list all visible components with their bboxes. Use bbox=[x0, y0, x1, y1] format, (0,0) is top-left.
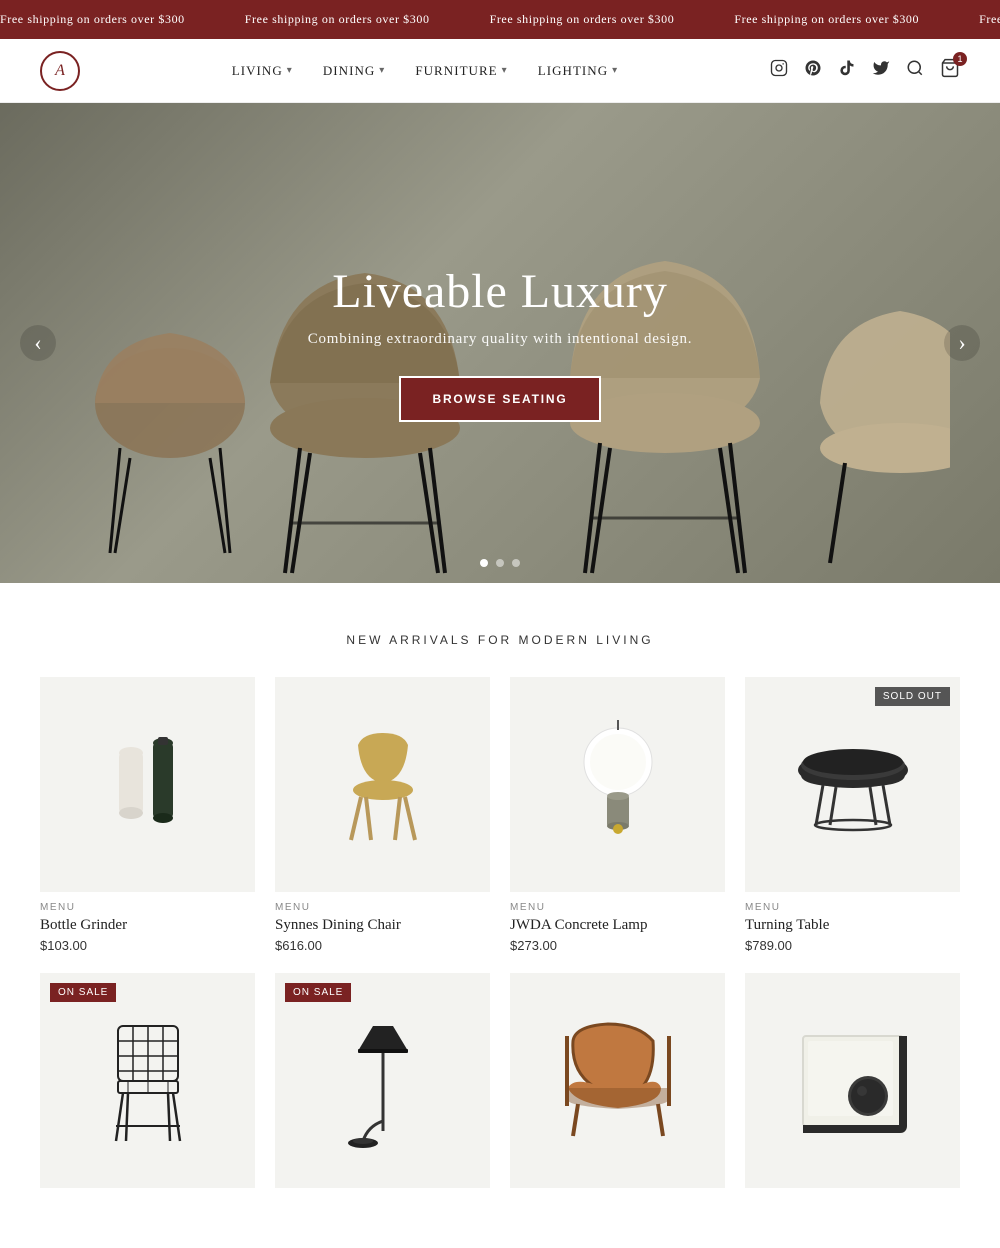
product-card-synnes-chair[interactable]: MENU Synnes Dining Chair $616.00 bbox=[275, 677, 490, 953]
products-grid-row2: ON SALE bbox=[40, 973, 960, 1188]
product-name-2: JWDA Concrete Lamp bbox=[510, 917, 725, 934]
product-brand-3: MENU bbox=[745, 902, 960, 913]
product-card-jwda-lamp[interactable]: MENU JWDA Concrete Lamp $273.00 bbox=[510, 677, 725, 953]
cart-badge: 1 bbox=[953, 52, 967, 66]
tiktok-icon[interactable] bbox=[838, 59, 856, 82]
chevron-down-icon: ▾ bbox=[502, 65, 508, 76]
product-name-1: Synnes Dining Chair bbox=[275, 917, 490, 934]
new-arrivals-section: NEW ARRIVALS FOR MODERN LIVING MEN bbox=[0, 583, 1000, 1238]
hero-text-overlay: Liveable Luxury Combining extraordinary … bbox=[0, 103, 1000, 583]
twitter-icon[interactable] bbox=[872, 59, 890, 82]
product-card-wire-chair[interactable]: ON SALE bbox=[40, 973, 255, 1188]
product-brand-1: MENU bbox=[275, 902, 490, 913]
product-image-bottle-grinder bbox=[40, 677, 255, 892]
slider-next-button[interactable]: › bbox=[944, 325, 980, 361]
products-grid-row1: MENU Bottle Grinder $103.00 MENU bbox=[40, 677, 960, 953]
pinterest-icon[interactable] bbox=[804, 59, 822, 82]
product-card-turning-table[interactable]: SOLD OUT MENU Turnin bbox=[745, 677, 960, 953]
hero-section: Liveable Luxury Combining extraordinary … bbox=[0, 103, 1000, 583]
product-image-jwda-lamp bbox=[510, 677, 725, 892]
announcement-bar-content: Free shipping on orders over $300 Free s… bbox=[0, 12, 1000, 27]
header: A LIVING ▾ DINING ▾ FURNITURE ▾ bbox=[0, 39, 1000, 103]
product-price-2: $273.00 bbox=[510, 938, 725, 953]
section-title: NEW ARRIVALS FOR MODERN LIVING bbox=[40, 633, 960, 647]
slider-dot-3[interactable] bbox=[512, 559, 520, 567]
main-nav: LIVING ▾ DINING ▾ FURNITURE ▾ LIGHTING bbox=[232, 63, 618, 79]
wire-chair-icon bbox=[98, 1016, 198, 1146]
product-name-0: Bottle Grinder bbox=[40, 917, 255, 934]
on-sale-badge-wire-chair: ON SALE bbox=[50, 983, 116, 1002]
product-image-floor-lamp: ON SALE bbox=[275, 973, 490, 1188]
announcement-item-4: Free shipping on orders over $300 bbox=[734, 12, 919, 27]
slider-prev-button[interactable]: ‹ bbox=[20, 325, 56, 361]
product-image-synnes-chair bbox=[275, 677, 490, 892]
floor-lamp-icon bbox=[343, 1011, 423, 1151]
product-card-floor-lamp[interactable]: ON SALE bbox=[275, 973, 490, 1188]
product-image-turning-table: SOLD OUT bbox=[745, 677, 960, 892]
bottle-grinder-icon bbox=[93, 725, 203, 845]
announcement-bar: Free shipping on orders over $300 Free s… bbox=[0, 0, 1000, 39]
chevron-down-icon: ▾ bbox=[287, 65, 293, 76]
nav-item-lighting[interactable]: LIGHTING ▾ bbox=[538, 63, 618, 79]
lounge-chair-icon bbox=[553, 1016, 683, 1146]
instagram-icon[interactable] bbox=[770, 59, 788, 82]
nav-item-living[interactable]: LIVING ▾ bbox=[232, 63, 293, 79]
cart-icon[interactable]: 1 bbox=[940, 58, 960, 83]
slider-dots bbox=[480, 559, 520, 567]
search-icon[interactable] bbox=[906, 59, 924, 82]
nav-item-furniture[interactable]: FURNITURE ▾ bbox=[415, 63, 507, 79]
announcement-item-1: Free shipping on orders over $300 bbox=[0, 12, 185, 27]
announcement-item-5: Free shipping bbox=[979, 12, 1000, 27]
product-image-wire-chair: ON SALE bbox=[40, 973, 255, 1188]
product-brand-2: MENU bbox=[510, 902, 725, 913]
tray-icon bbox=[788, 1021, 918, 1141]
product-card-lounge-chair[interactable] bbox=[510, 973, 725, 1188]
jwda-lamp-icon bbox=[573, 720, 663, 850]
hero-cta-button[interactable]: BROWSE SEATING bbox=[399, 376, 602, 422]
chevron-down-icon: ▾ bbox=[379, 65, 385, 76]
synnes-chair-icon bbox=[333, 725, 433, 845]
product-image-lounge-chair bbox=[510, 973, 725, 1188]
slider-dot-1[interactable] bbox=[480, 559, 488, 567]
chevron-down-icon: ▾ bbox=[612, 65, 618, 76]
hero-title: Liveable Luxury bbox=[332, 264, 668, 319]
product-price-0: $103.00 bbox=[40, 938, 255, 953]
turning-table-icon bbox=[788, 735, 918, 835]
product-name-3: Turning Table bbox=[745, 917, 960, 934]
hero-subtitle: Combining extraordinary quality with int… bbox=[308, 331, 692, 348]
product-card-bottle-grinder[interactable]: MENU Bottle Grinder $103.00 bbox=[40, 677, 255, 953]
sold-out-badge: SOLD OUT bbox=[875, 687, 950, 706]
nav-item-dining[interactable]: DINING ▾ bbox=[323, 63, 386, 79]
header-icons: 1 bbox=[770, 58, 960, 83]
product-card-tray[interactable] bbox=[745, 973, 960, 1188]
product-price-3: $789.00 bbox=[745, 938, 960, 953]
product-image-tray bbox=[745, 973, 960, 1188]
on-sale-badge-floor-lamp: ON SALE bbox=[285, 983, 351, 1002]
slider-dot-2[interactable] bbox=[496, 559, 504, 567]
announcement-item-3: Free shipping on orders over $300 bbox=[490, 12, 675, 27]
logo[interactable]: A bbox=[40, 51, 80, 91]
announcement-item-2: Free shipping on orders over $300 bbox=[245, 12, 430, 27]
product-brand-0: MENU bbox=[40, 902, 255, 913]
product-price-1: $616.00 bbox=[275, 938, 490, 953]
